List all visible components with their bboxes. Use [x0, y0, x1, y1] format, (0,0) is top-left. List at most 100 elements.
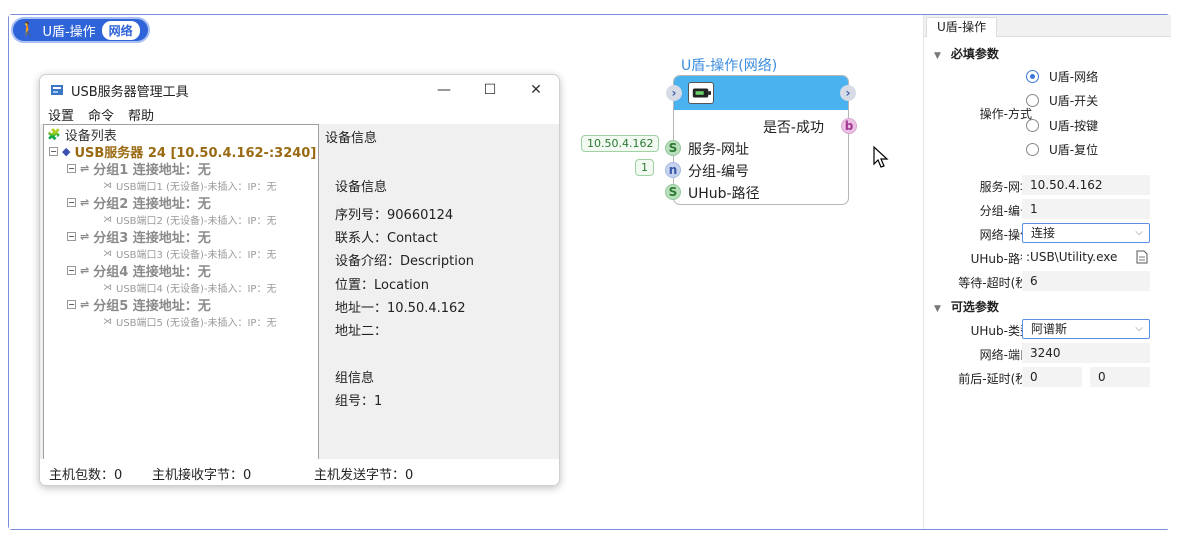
input-pin-server-url[interactable]: S: [665, 140, 681, 156]
delay-before-field[interactable]: 0: [1022, 367, 1082, 387]
tree-group[interactable]: − ⇌ 分组2 连接地址：无: [47, 194, 318, 212]
input-pin-uhub-path[interactable]: S: [665, 184, 681, 200]
status-recv-bytes: 主机接收字节：0: [152, 468, 252, 483]
usb-port-icon: ⋊: [103, 248, 112, 259]
usb-port-icon: ⋊: [103, 214, 112, 225]
server-icon: ◆: [62, 145, 71, 158]
mode-option-0[interactable]: U盾-网络: [1026, 68, 1098, 85]
properties-panel: U盾-操作 ▼ 必填参数 U盾-网络 U盾-开关 操作-方式 U盾-按键 U盾-复…: [923, 15, 1171, 529]
mode-option-3[interactable]: U盾-复位: [1026, 141, 1098, 158]
collapse-icon[interactable]: −: [67, 198, 76, 207]
collapse-triangle-icon[interactable]: ▼: [934, 51, 941, 61]
usb-port-icon: ⋊: [103, 282, 112, 293]
tab-properties[interactable]: U盾-操作: [926, 17, 998, 37]
usb-group-icon: ⇌: [80, 264, 90, 277]
info-location: 位置：Location: [335, 278, 429, 293]
output-label: 是否-成功: [762, 120, 824, 136]
tree-group[interactable]: − ⇌ 分组3 连接地址：无: [47, 228, 318, 246]
mode-option-1[interactable]: U盾-开关: [1026, 92, 1098, 109]
mode-label: 操作-方式: [979, 107, 1032, 121]
server-url-field[interactable]: 10.50.4.162: [1022, 175, 1150, 195]
tree-root[interactable]: 🧩 设备列表: [47, 126, 318, 144]
net-op-select[interactable]: 连接 ⌵: [1022, 223, 1150, 243]
minimize-button[interactable]: —: [421, 75, 467, 105]
collapse-icon[interactable]: −: [67, 300, 76, 309]
close-button[interactable]: ✕: [513, 75, 559, 105]
usb-statusbar: 主机包数：0 主机接收字节：0 主机发送字节：0: [40, 459, 559, 485]
usb-manager-window: USB服务器管理工具 — ☐ ✕ 设置 命令 帮助 🧩 设备列表 − ◆ USB…: [39, 74, 560, 486]
collapse-icon[interactable]: −: [67, 266, 76, 275]
walker-icon: 🚶: [19, 22, 37, 38]
collapse-icon[interactable]: −: [67, 164, 76, 173]
usb-window-title: USB服务器管理工具: [71, 84, 189, 100]
node-title: U盾-操作(网络): [681, 58, 778, 74]
info-contact: 联系人：Contact: [335, 231, 438, 246]
info-serial: 序列号：90660124: [335, 208, 454, 223]
input-label-group-no: 分组-编号: [688, 164, 750, 180]
workflow-tag: 网络: [101, 20, 140, 40]
required-section[interactable]: ▼ 必填参数: [934, 45, 999, 62]
tree-group[interactable]: − ⇌ 分组1 连接地址：无: [47, 160, 318, 178]
optional-section[interactable]: ▼ 可选参数: [934, 298, 999, 315]
flow-canvas[interactable]: 🚶 U盾-操作 网络 USB服务器管理工具 — ☐ ✕ 设置 命令 帮助 🧩 设…: [9, 15, 923, 529]
radio-icon[interactable]: [1026, 119, 1039, 132]
tree-port[interactable]: ⋊ USB端口3 (无设备)-未插入：IP：无: [47, 245, 318, 262]
info-header: 设备信息: [325, 131, 378, 146]
usb-window-titlebar[interactable]: USB服务器管理工具 — ☐ ✕: [40, 75, 559, 105]
timeout-field[interactable]: 6: [1022, 271, 1150, 291]
properties-tabbar: U盾-操作: [924, 15, 1171, 37]
group-no-field[interactable]: 1: [1022, 199, 1150, 219]
usb-port-icon: ⋊: [103, 316, 112, 327]
uhub-path-field[interactable]: :USB\Utility.exe: [1022, 247, 1150, 267]
node-header[interactable]: › ›: [666, 76, 856, 110]
tree-server[interactable]: − ◆ USB服务器 24 [10.50.4.162-:3240]: [47, 143, 318, 161]
delay-label: 前后-延时(秒): [958, 372, 1032, 386]
workflow-frame: 🚶 U盾-操作 网络 USB服务器管理工具 — ☐ ✕ 设置 命令 帮助 🧩 设…: [8, 14, 1171, 530]
delay-after-field[interactable]: 0: [1090, 367, 1150, 387]
info-address1: 地址一：10.50.4.162: [335, 301, 466, 316]
tree-port[interactable]: ⋊ USB端口1 (无设备)-未插入：IP：无: [47, 177, 318, 194]
menu-help[interactable]: 帮助: [128, 105, 154, 124]
status-send-bytes: 主机发送字节：0: [314, 468, 414, 483]
net-port-field[interactable]: 3240: [1022, 343, 1150, 363]
mode-option-2[interactable]: U盾-按键: [1026, 117, 1098, 134]
uhub-type-select[interactable]: 阿谱斯 ⌵: [1022, 319, 1150, 339]
radio-icon[interactable]: [1026, 70, 1039, 83]
radio-icon[interactable]: [1026, 143, 1039, 156]
tree-port[interactable]: ⋊ USB端口2 (无设备)-未插入：IP：无: [47, 211, 318, 228]
menu-command[interactable]: 命令: [88, 105, 114, 124]
flow-in-chevron-icon[interactable]: ›: [666, 85, 682, 101]
tree-port[interactable]: ⋊ USB端口4 (无设备)-未插入：IP：无: [47, 279, 318, 296]
info-section-title: 设备信息: [335, 180, 388, 195]
info-group-title: 组信息: [335, 371, 375, 386]
menu-settings[interactable]: 设置: [48, 105, 74, 124]
workflow-title: U盾-操作: [42, 24, 96, 40]
input-label-server-url: 服务-网址: [688, 142, 750, 158]
status-packets: 主机包数：0: [49, 468, 123, 483]
collapse-icon[interactable]: −: [67, 232, 76, 241]
output-pin-b[interactable]: b: [841, 118, 857, 134]
timeout-label: 等待-超时(秒): [958, 276, 1032, 290]
input-pin-group-no[interactable]: n: [665, 162, 681, 178]
usb-app-icon: [51, 85, 63, 95]
server-url-value-tag[interactable]: 10.50.4.162: [581, 135, 660, 152]
tree-group[interactable]: − ⇌ 分组4 连接地址：无: [47, 262, 318, 280]
group-no-value-tag[interactable]: 1: [635, 159, 654, 176]
usb-group-icon: ⇌: [80, 162, 90, 175]
flow-out-chevron-icon[interactable]: ›: [840, 85, 856, 101]
usb-port-icon: ⋊: [103, 180, 112, 191]
workflow-title-pill[interactable]: 🚶 U盾-操作 网络: [11, 17, 150, 43]
maximize-button[interactable]: ☐: [467, 75, 513, 105]
chevron-down-icon: ⌵: [1135, 227, 1143, 238]
file-icon[interactable]: [1136, 250, 1148, 264]
tree-port[interactable]: ⋊ USB端口5 (无设备)-未插入：IP：无: [47, 313, 318, 330]
device-info-panel: 设备信息 设备信息 序列号：90660124 联系人：Contact 设备介绍：…: [325, 124, 559, 460]
device-list-icon: 🧩: [47, 128, 61, 141]
tree-group[interactable]: − ⇌ 分组5 连接地址：无: [47, 296, 318, 314]
chevron-down-icon: ⌵: [1135, 323, 1143, 334]
device-tree[interactable]: 🧩 设备列表 − ◆ USB服务器 24 [10.50.4.162-:3240]…: [43, 124, 319, 460]
u-shield-node[interactable]: › › 是否-成功 b S 服务-网址 n 分组-编号 S UHub-路径: [665, 75, 857, 205]
collapse-icon[interactable]: −: [49, 147, 58, 156]
usb-group-icon: ⇌: [80, 196, 90, 209]
collapse-triangle-icon[interactable]: ▼: [934, 304, 941, 314]
